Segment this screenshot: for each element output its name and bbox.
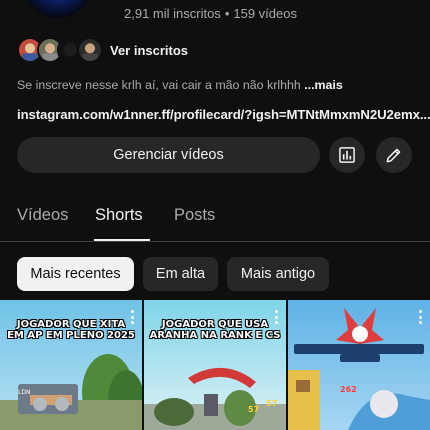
channel-stats: 2,91 mil inscritos • 159 vídeos — [124, 6, 297, 21]
filter-chip-oldest[interactable]: Mais antigo — [227, 257, 329, 291]
stats-separator: • — [224, 6, 230, 21]
edit-channel-button[interactable] — [376, 137, 412, 173]
channel-link[interactable]: instagram.com/w1nner.ff/profilecard/?igs… — [17, 107, 430, 122]
short-thumbnail[interactable]: 262 — [288, 300, 430, 430]
analytics-button[interactable] — [329, 137, 365, 173]
subscriber-count: 2,91 mil inscritos — [124, 6, 221, 21]
svg-text:57: 57 — [248, 405, 259, 414]
description-more-link[interactable]: ...mais — [304, 78, 343, 92]
subscriber-avatar — [77, 37, 103, 63]
view-subscribers-link[interactable]: Ver inscritos — [110, 43, 188, 58]
short-caption-line: JOGADOR QUE XITA — [16, 319, 126, 330]
short-caption-line: ARANHA NA RANK E CS — [149, 330, 281, 341]
short-caption: JOGADOR QUE USA ARANHA NA RANK E CS — [144, 319, 286, 341]
short-caption-line: JOGADOR QUE USA — [161, 319, 269, 330]
pencil-icon — [386, 148, 401, 163]
description-text: Se inscreve nesse krlh aí, vai cair a mã… — [17, 78, 305, 92]
tab-videos[interactable]: Vídeos — [17, 206, 68, 225]
short-thumbnail[interactable]: 57 57 JOGADOR QUE USA ARANHA NA RANK E C… — [144, 300, 286, 430]
manage-videos-button[interactable]: Gerenciar vídeos — [17, 137, 320, 173]
svg-text:262: 262 — [340, 385, 357, 394]
analytics-icon — [339, 147, 355, 163]
short-menu-button[interactable] — [419, 310, 423, 324]
short-menu-button[interactable] — [275, 310, 279, 324]
subscribers-row[interactable]: Ver inscritos — [17, 37, 188, 63]
tab-posts[interactable]: Posts — [174, 206, 215, 225]
tab-shorts[interactable]: Shorts — [95, 206, 143, 225]
subscriber-avatars — [17, 37, 103, 63]
channel-description[interactable]: Se inscreve nesse krlh aí, vai cair a mã… — [17, 78, 343, 92]
short-thumbnail-image: 262 — [288, 300, 430, 430]
filter-chip-recent[interactable]: Mais recentes — [17, 257, 134, 291]
short-caption: JOGADOR QUE XITA EM AP EM PLENO 2025 — [0, 319, 142, 341]
active-tab-indicator — [94, 239, 150, 241]
short-menu-button[interactable] — [131, 310, 135, 324]
svg-text:57: 57 — [266, 399, 277, 408]
short-caption-line: EM AP EM PLENO 2025 — [7, 330, 135, 341]
svg-text:LDN: LDN — [18, 389, 30, 396]
channel-avatar[interactable] — [22, 0, 94, 20]
short-thumbnail[interactable]: LDN JOGADOR QUE XITA EM AP EM PLENO 2025 — [0, 300, 142, 430]
video-count: 159 vídeos — [233, 6, 297, 21]
filter-chip-popular[interactable]: Em alta — [143, 257, 218, 291]
channel-tabs: Vídeos Shorts Posts — [0, 190, 430, 242]
